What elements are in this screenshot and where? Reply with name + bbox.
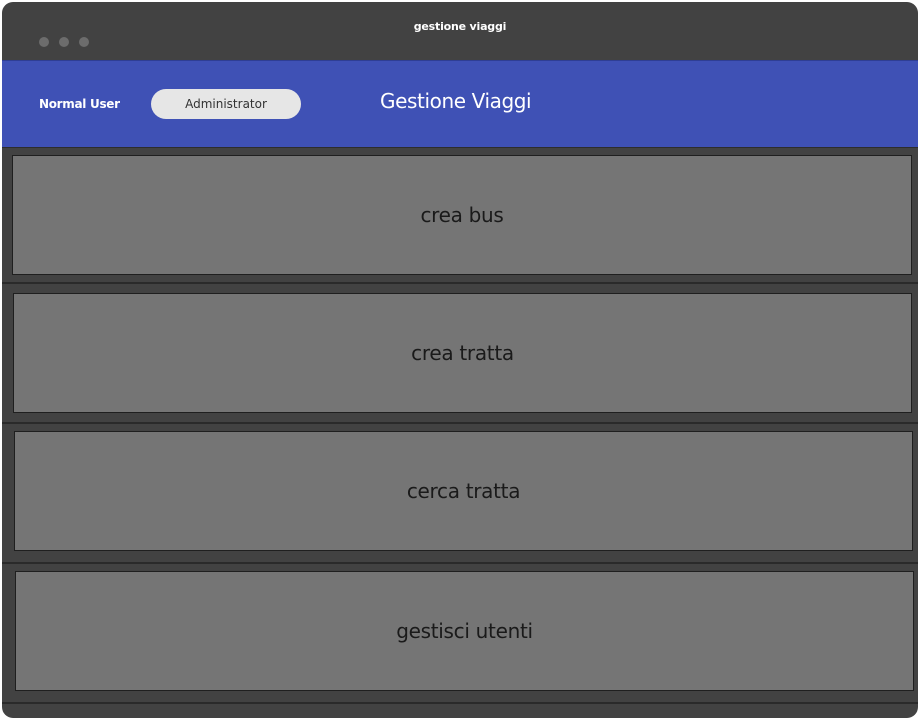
app-header: Normal User Administrator Gestione Viagg… [2,60,918,148]
cerca-tratta-button[interactable]: cerca tratta [14,431,913,551]
divider [2,562,918,564]
title-bar: gestione viaggi [2,2,918,60]
maximize-window-dot-icon[interactable] [79,37,89,47]
normal-user-label: Normal User [39,97,120,111]
gestisci-utenti-button[interactable]: gestisci utenti [15,571,914,691]
app-window: gestione viaggi Normal User Administrato… [2,2,918,718]
close-window-dot-icon[interactable] [39,37,49,47]
divider [2,422,918,424]
crea-bus-button[interactable]: crea bus [12,155,912,275]
divider [2,282,918,284]
divider [2,702,918,704]
administrator-button[interactable]: Administrator [151,89,301,119]
page-title: Gestione Viaggi [380,89,532,113]
crea-tratta-button[interactable]: crea tratta [13,293,912,413]
window-title: gestione viaggi [413,20,507,33]
minimize-window-dot-icon[interactable] [59,37,69,47]
window-controls [39,37,89,47]
